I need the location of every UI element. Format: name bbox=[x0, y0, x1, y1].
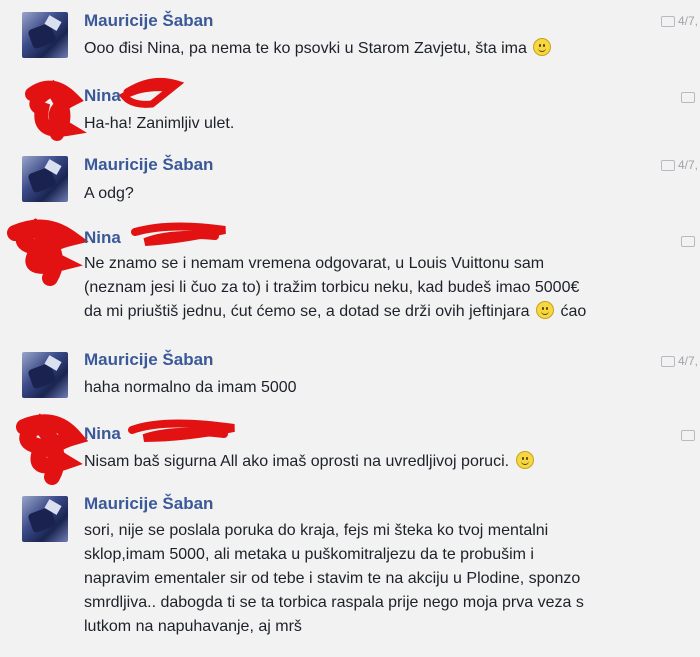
message-item: Mauricije Šaban 4/7, A odg? bbox=[0, 146, 700, 216]
message-meta: 4/7, bbox=[660, 158, 698, 172]
sender-name[interactable]: Mauricije Šaban bbox=[84, 155, 213, 175]
message-line: da mi priuštiš jednu, ćut ćemo se, a dot… bbox=[84, 300, 684, 324]
message-text: Ne znamo se i nemam vremena odgovarat, u… bbox=[84, 252, 684, 324]
message-text-content: ćao bbox=[560, 303, 587, 320]
message-text: Nisam baš sigurna All ako imaš oprosti n… bbox=[84, 450, 684, 474]
message-text-content: Ha-ha! Zanimljiv ulet. bbox=[84, 115, 235, 132]
message-text: haha normalno da imam 5000 bbox=[84, 376, 684, 400]
sender-name[interactable]: Mauricije Šaban bbox=[84, 494, 213, 514]
chat-bubble-icon bbox=[660, 356, 675, 368]
message-line: sori, nije se poslala poruka do kraja, f… bbox=[84, 522, 549, 539]
message-line: (neznam jesi li čuo za to) i tražim torb… bbox=[84, 279, 580, 296]
message-line: Ne znamo se i nemam vremena odgovarat, u… bbox=[84, 255, 545, 272]
message-item: Nina Ha-ha! Zanimljiv ulet. bbox=[0, 68, 700, 146]
timestamp: 4/7, bbox=[677, 158, 698, 172]
smiley-icon bbox=[533, 38, 552, 56]
message-item: Nina Nisam baš sigurna All ako imaš opro… bbox=[0, 412, 700, 490]
message-meta bbox=[681, 428, 698, 442]
smiley-icon bbox=[515, 451, 534, 469]
sender-name[interactable]: Mauricije Šaban bbox=[84, 11, 213, 31]
sender-name[interactable]: Nina bbox=[84, 424, 121, 444]
avatar[interactable] bbox=[22, 496, 68, 542]
avatar[interactable] bbox=[22, 12, 68, 58]
message-text-content: haha normalno da imam 5000 bbox=[84, 379, 297, 396]
message-text: Ooo đisi Nina, pa nema te ko psovki u St… bbox=[84, 37, 684, 61]
message-item: Nina Ne znamo se i nemam vremena odgovar… bbox=[0, 216, 700, 344]
message-meta: 4/7, bbox=[660, 14, 698, 28]
message-item: Mauricije Šaban 4/7, haha normalno da im… bbox=[0, 344, 700, 412]
message-line: sklop,imam 5000, ali metaka u puškomitra… bbox=[84, 546, 534, 563]
chat-bubble-icon bbox=[681, 430, 695, 442]
message-text-content: Nisam baš sigurna All ako imaš oprosti n… bbox=[84, 453, 510, 470]
message-text-content: da mi priuštiš jednu, ćut ćemo se, a dot… bbox=[84, 303, 530, 320]
chat-bubble-icon bbox=[681, 92, 695, 104]
sender-name[interactable]: Mauricije Šaban bbox=[84, 350, 213, 370]
chat-bubble-icon bbox=[681, 236, 695, 248]
smiley-icon bbox=[536, 301, 555, 319]
message-text-content: A odg? bbox=[84, 185, 134, 202]
message-text-content: Ooo đisi Nina, pa nema te ko psovki u St… bbox=[84, 40, 527, 57]
message-text: A odg? bbox=[84, 182, 684, 206]
message-line: lutkom na napuhavanje, aj mrš bbox=[84, 618, 302, 635]
timestamp: 4/7, bbox=[677, 354, 698, 368]
timestamp: 4/7, bbox=[677, 14, 698, 28]
sender-name[interactable]: Nina bbox=[84, 86, 121, 106]
message-meta: 4/7, bbox=[660, 354, 698, 368]
chat-bubble-icon bbox=[660, 160, 675, 172]
message-item: Mauricije Šaban sori, nije se poslala po… bbox=[0, 490, 700, 657]
message-meta bbox=[681, 234, 698, 248]
message-text: sori, nije se poslala poruka do kraja, f… bbox=[84, 519, 684, 639]
message-line: smrdljiva.. dabogda ti se ta torbica ras… bbox=[84, 594, 584, 611]
message-line: napravim ementaler sir od tebe i stavim … bbox=[84, 570, 581, 587]
chat-bubble-icon bbox=[660, 16, 675, 28]
message-text: Ha-ha! Zanimljiv ulet. bbox=[84, 112, 684, 136]
message-item: Mauricije Šaban 4/7, Ooo đisi Nina, pa n… bbox=[0, 0, 700, 68]
message-thread: Mauricije Šaban 4/7, Ooo đisi Nina, pa n… bbox=[0, 0, 700, 657]
avatar[interactable] bbox=[22, 156, 68, 202]
message-meta bbox=[681, 90, 698, 104]
sender-name[interactable]: Nina bbox=[84, 228, 121, 248]
avatar[interactable] bbox=[22, 352, 68, 398]
